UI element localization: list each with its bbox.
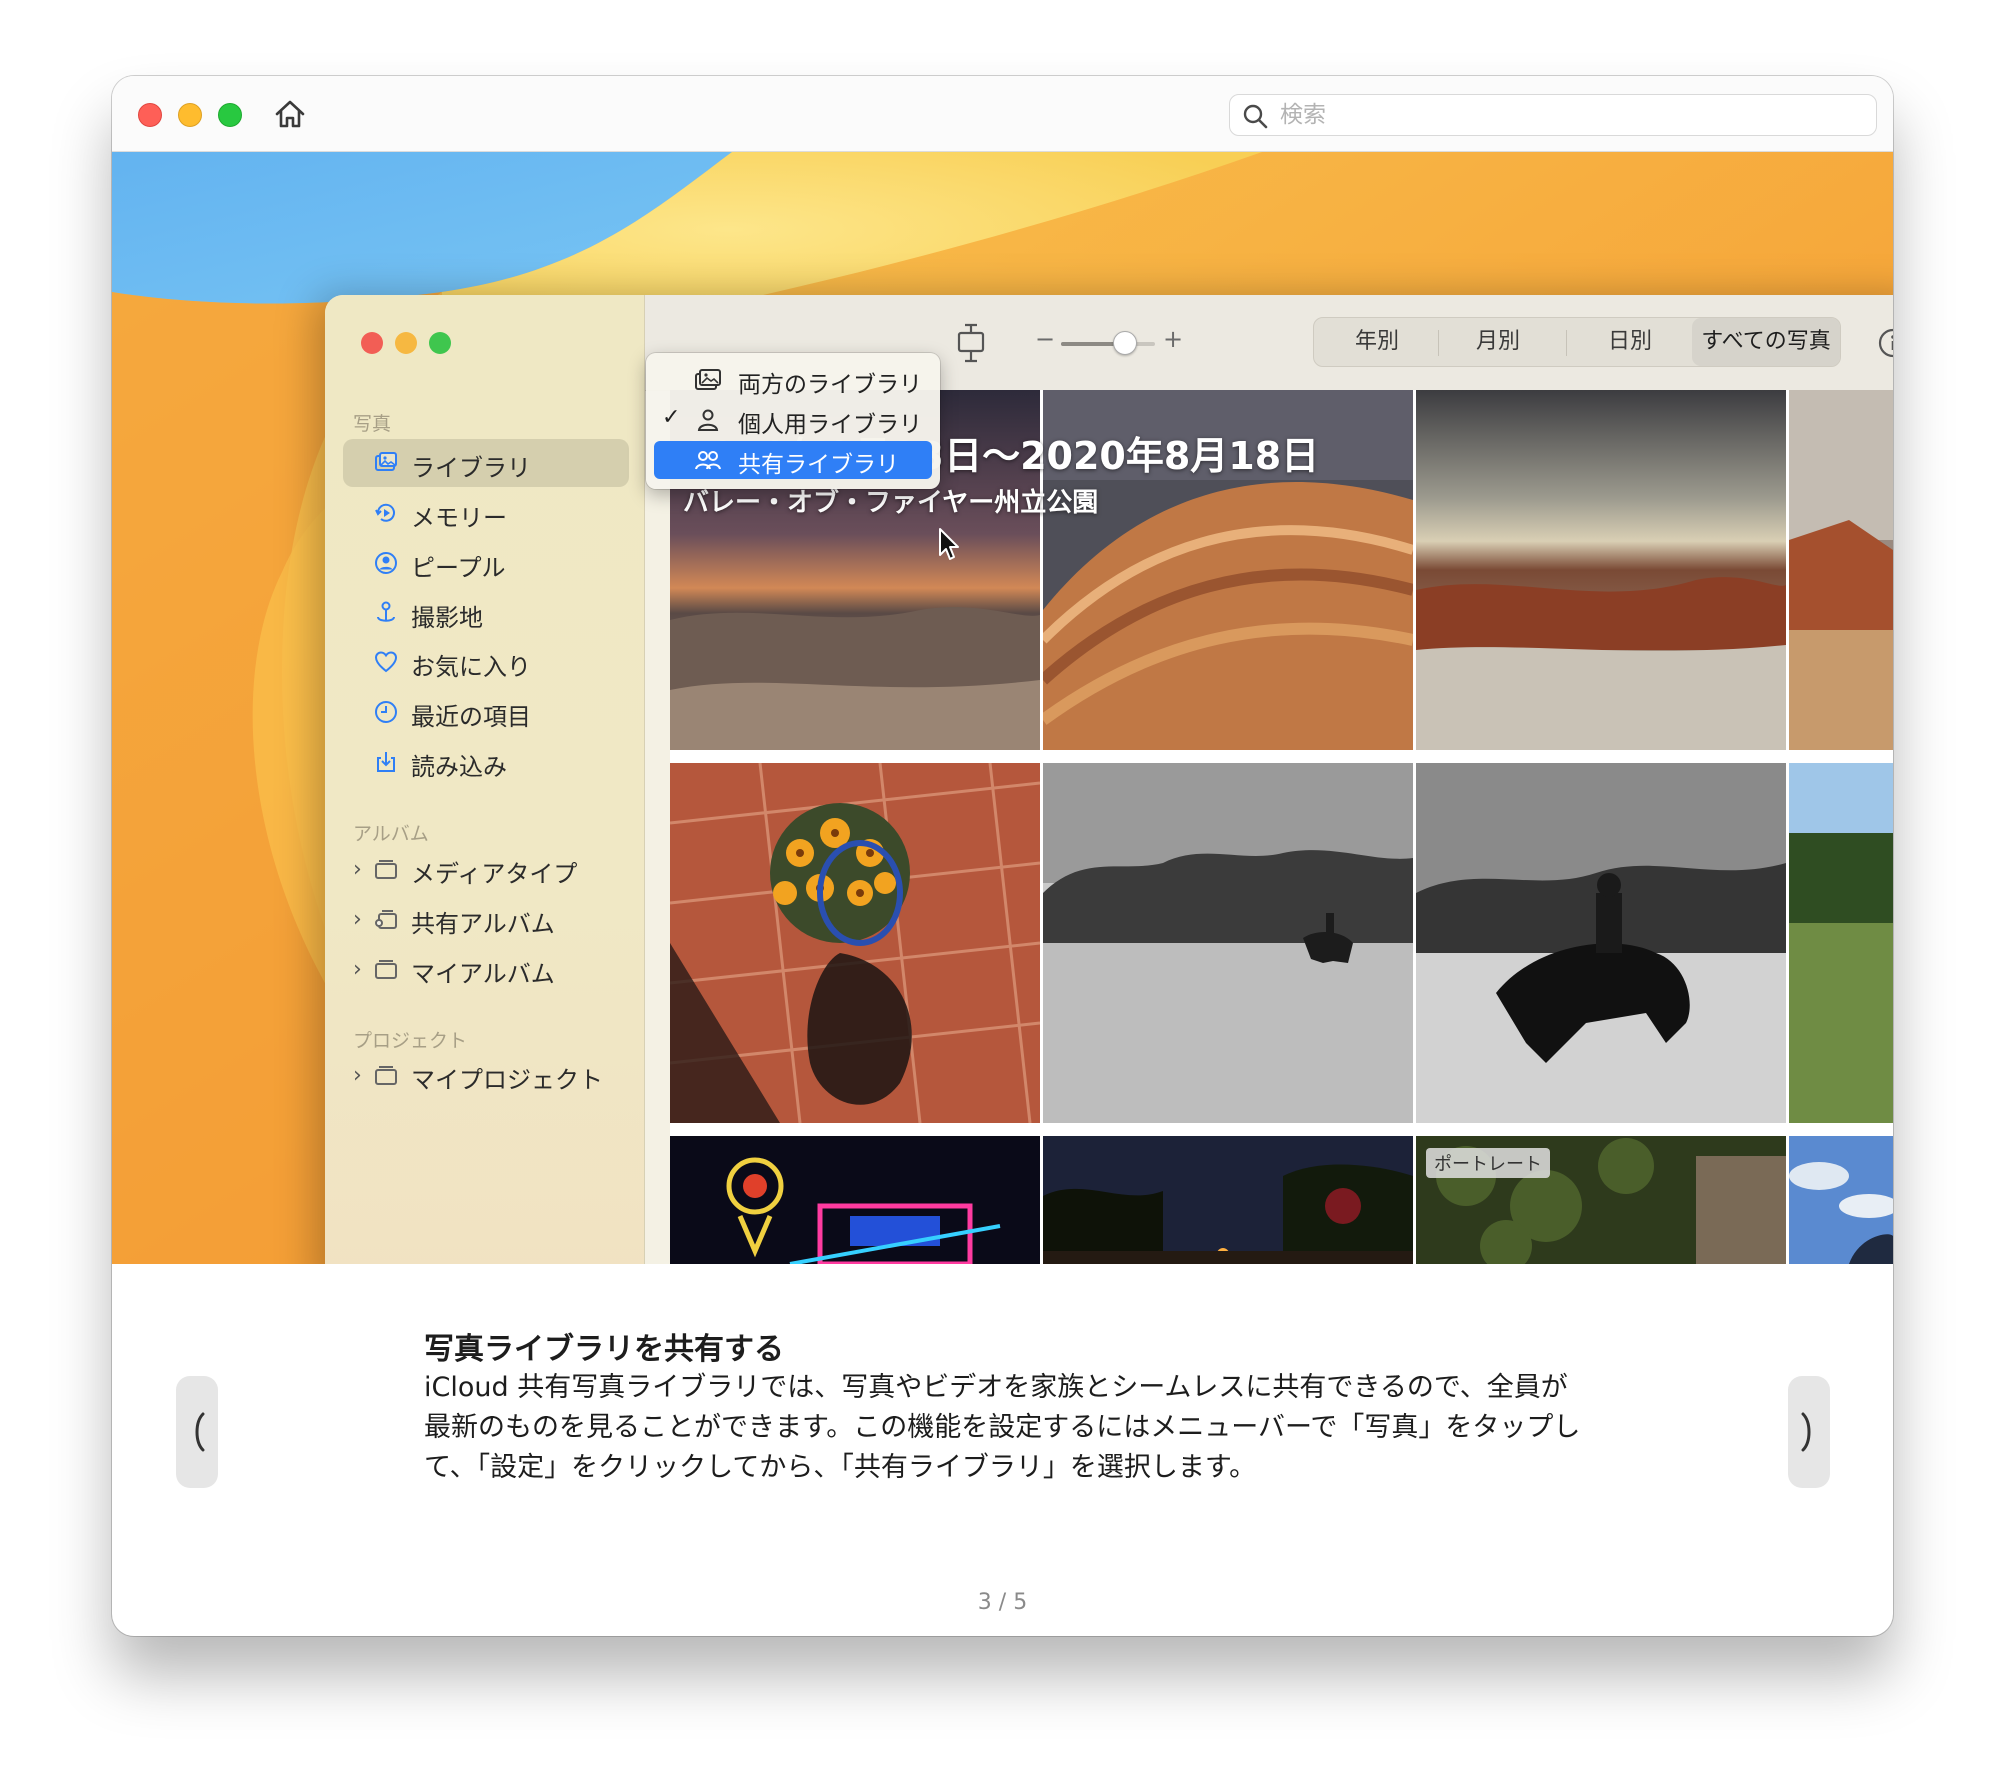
segment-divider: [1438, 330, 1439, 356]
home-icon[interactable]: [272, 96, 308, 132]
close-button[interactable]: [138, 103, 162, 127]
segment-divider: [1566, 330, 1567, 356]
page-indicator: 3 / 5: [977, 1590, 1028, 1615]
album-stack-icon: [375, 1066, 397, 1085]
memories-icon: [375, 503, 395, 522]
tab-days[interactable]: 日別: [1568, 318, 1692, 366]
menu-item-label: 両方のライブラリ: [738, 372, 922, 398]
heart-icon: [374, 651, 398, 673]
chevron-right-icon: [1801, 1412, 1811, 1452]
shared-album-icon: [375, 910, 397, 929]
zoom-slider[interactable]: [1061, 342, 1155, 346]
photo-thumbnail[interactable]: [1789, 1136, 1893, 1264]
photo-grid: 2019年9月23日〜2020年8月18日 バレー・オブ・ファイヤー州立公園 ポ…: [670, 390, 1893, 1264]
photo-thumbnail[interactable]: [670, 1136, 1040, 1264]
sidebar-item-label: 読み込み: [411, 753, 507, 781]
library-switcher-menu: 両方のライブラリ ✓ 個人用ライブラリ 共有ライブラリ: [646, 353, 940, 489]
album-stack-icon: [375, 960, 397, 979]
clock-icon: [375, 701, 397, 723]
people-circle-icon: [375, 552, 397, 574]
hero-illustration: 写真 ライブラリ メモリー ピープル 撮影地 お気に入り 最近の項目 読み込み …: [112, 152, 1893, 1264]
import-icon: [377, 752, 395, 772]
photo-thumbnail[interactable]: [670, 763, 1040, 1123]
chevron-right-icon[interactable]: ›: [353, 957, 362, 982]
article-body: iCloud 共有写真ライブラリでは、写真やビデオを家族とシームレスに共有できる…: [424, 1372, 1581, 1483]
portrait-badge: ポートレート: [1426, 1148, 1550, 1178]
photo-thumbnail[interactable]: [1416, 390, 1786, 750]
section-header-photos: 写真: [353, 413, 392, 435]
sidebar-item-label: メモリー: [411, 504, 507, 532]
places-pin-icon: [377, 601, 395, 622]
menu-item-label: 共有ライブラリ: [738, 452, 899, 478]
sidebar-item-label: 撮影地: [411, 604, 483, 632]
zoom-in-button[interactable]: +: [1163, 325, 1183, 353]
sidebar-item-favorites[interactable]: お気に入り: [343, 638, 629, 686]
inner-zoom-button: [429, 332, 451, 354]
next-page-button[interactable]: [1788, 1376, 1830, 1488]
mouse-cursor-icon: [939, 528, 959, 560]
sidebar-item-memories[interactable]: メモリー: [343, 489, 629, 537]
tab-years[interactable]: 年別: [1316, 318, 1438, 366]
menu-item-label: 個人用ライブラリ: [738, 412, 922, 438]
sidebar-item-label: マイアルバム: [411, 960, 555, 988]
sidebar-item-my-albums[interactable]: › マイアルバム: [343, 945, 629, 993]
sidebar-item-label: 最近の項目: [411, 703, 531, 731]
photo-library-icon: [695, 369, 721, 390]
minimize-button[interactable]: [178, 103, 202, 127]
info-icon[interactable]: [1877, 327, 1893, 359]
checkmark-icon: ✓: [662, 405, 681, 430]
sidebar-item-recents[interactable]: 最近の項目: [343, 688, 629, 736]
sidebar-item-label: ピープル: [411, 554, 506, 582]
photos-sidebar: 写真 ライブラリ メモリー ピープル 撮影地 お気に入り 最近の項目 読み込み …: [325, 295, 645, 1264]
inner-close-button: [361, 332, 383, 354]
search-icon: [1243, 104, 1268, 129]
sidebar-item-label: マイプロジェクト: [411, 1066, 603, 1094]
title-bar: [112, 76, 1893, 152]
sidebar-item-my-projects[interactable]: › マイプロジェクト: [343, 1051, 629, 1099]
person-icon: [697, 409, 719, 431]
zoom-slider-knob[interactable]: [1112, 331, 1137, 355]
chevron-right-icon[interactable]: ›: [353, 857, 362, 882]
chevron-right-icon[interactable]: ›: [353, 1063, 362, 1088]
search-field[interactable]: [1229, 94, 1877, 136]
article-title: 写真ライブラリを共有する: [424, 1332, 784, 1367]
zoom-button[interactable]: [218, 103, 242, 127]
tab-all-photos[interactable]: すべての写真: [1692, 318, 1840, 366]
sidebar-item-media-types[interactable]: › メディアタイプ: [343, 845, 629, 893]
tab-months[interactable]: 月別: [1440, 318, 1556, 366]
menu-item-personal-library[interactable]: ✓ 個人用ライブラリ: [654, 401, 932, 439]
section-header-projects: プロジェクト: [353, 1030, 468, 1052]
photo-thumbnail[interactable]: [1789, 763, 1893, 1123]
chevron-right-icon[interactable]: ›: [353, 907, 362, 932]
photo-thumbnail[interactable]: [1043, 763, 1413, 1123]
search-input[interactable]: [1280, 99, 1860, 131]
album-stack-icon: [375, 860, 397, 879]
chevron-left-icon: [195, 1412, 205, 1452]
photo-thumbnail[interactable]: [1043, 1136, 1413, 1264]
view-segmented-control: 年別 月別 日別 すべての写真: [1313, 317, 1841, 367]
sidebar-item-label: お気に入り: [411, 653, 531, 681]
sidebar-item-label: 共有アルバム: [411, 910, 555, 938]
sidebar-item-places[interactable]: 撮影地: [343, 589, 629, 637]
sidebar-item-label: メディアタイプ: [411, 860, 578, 888]
sidebar-item-library[interactable]: ライブラリ: [343, 439, 629, 487]
inner-minimize-button: [395, 332, 417, 354]
section-header-albums: アルバム: [353, 823, 429, 845]
photo-thumbnail[interactable]: [1416, 763, 1786, 1123]
previous-page-button[interactable]: [176, 1376, 218, 1488]
sidebar-item-label: ライブラリ: [411, 454, 531, 482]
library-icon: [375, 452, 397, 471]
aspect-ratio-icon[interactable]: [955, 321, 987, 365]
sidebar-item-imports[interactable]: 読み込み: [343, 738, 629, 786]
people-icon: [695, 451, 721, 470]
menu-item-both-libraries[interactable]: 両方のライブラリ: [654, 361, 932, 399]
photo-thumbnail[interactable]: [1789, 390, 1893, 750]
help-window: 写真 ライブラリ メモリー ピープル 撮影地: [112, 76, 1893, 1636]
menu-item-shared-library[interactable]: 共有ライブラリ: [654, 441, 932, 479]
zoom-out-button[interactable]: −: [1035, 325, 1055, 353]
sidebar-item-people[interactable]: ピープル: [343, 539, 629, 587]
sidebar-item-shared-albums[interactable]: › 共有アルバム: [343, 895, 629, 943]
